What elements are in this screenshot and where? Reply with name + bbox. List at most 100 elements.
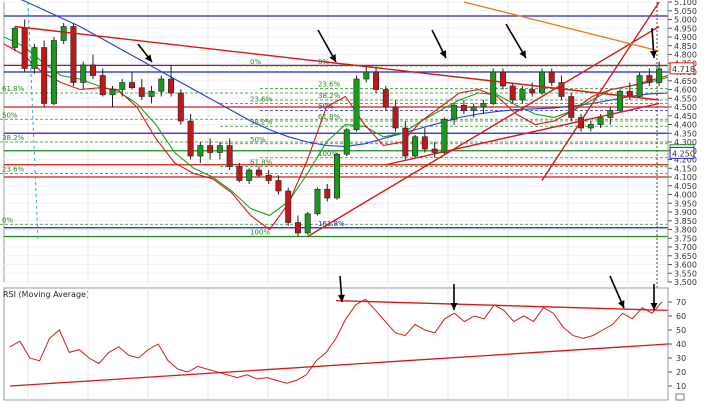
candle-body	[50, 40, 57, 104]
candle-body	[255, 169, 262, 176]
candle-body	[539, 71, 545, 94]
candle-body	[275, 180, 282, 192]
candle-body	[334, 153, 340, 199]
candle-body	[382, 89, 389, 108]
candle-body	[587, 124, 594, 129]
candle-body	[431, 148, 438, 153]
tick-label: 3.700	[674, 243, 697, 252]
candle-body	[197, 145, 204, 157]
tick-label: 3.750	[674, 234, 697, 243]
tick-label: 4.100	[674, 173, 697, 182]
fib-label: 61.8%	[2, 85, 25, 93]
candle-body	[470, 106, 477, 111]
tick-label: 5.000	[674, 16, 697, 25]
candle-body	[480, 103, 487, 108]
tick-label: 3.950	[674, 199, 697, 208]
tick-label: 4.550	[674, 94, 697, 103]
candle-body	[80, 64, 87, 83]
candle-body	[294, 222, 301, 234]
candle-body	[89, 64, 96, 76]
tick-label: 40	[676, 340, 686, 349]
candle-body	[226, 145, 233, 167]
candle-body	[285, 190, 292, 223]
tick-label: 4.950	[674, 24, 697, 33]
candle-body	[187, 120, 194, 157]
candle-body	[21, 27, 28, 69]
candle-body	[148, 90, 155, 97]
fib-label: 38.2%	[2, 134, 25, 142]
tick-label: 4.600	[674, 86, 697, 95]
candle-body	[158, 78, 165, 92]
candle-body	[138, 87, 145, 97]
candle-body	[119, 82, 126, 90]
tick-label: 5.050	[674, 7, 697, 16]
tick-label: 70	[676, 298, 686, 307]
candle-body	[31, 47, 38, 69]
tick-label: 4.000	[674, 191, 697, 200]
tick-label: 4.450	[674, 112, 697, 121]
tick-label: 4.400	[674, 121, 697, 130]
candle-body	[99, 75, 106, 96]
candle-body	[246, 169, 253, 181]
fib-label: 50%	[2, 111, 18, 119]
candle-body	[412, 136, 419, 157]
chart-svg: 0%23.6%38.2%50%61.8%100%161.8%0%23.6%38.…	[0, 0, 720, 406]
candle-body	[324, 188, 331, 199]
tick-label: 4.500	[674, 103, 697, 112]
candle-body	[70, 26, 77, 83]
candle-body	[11, 27, 18, 48]
candle-body	[626, 90, 633, 97]
tick-label: 3.850	[674, 217, 697, 226]
tick-label: 4.650	[674, 77, 697, 86]
scroll-marker	[675, 393, 685, 401]
price-tag-label: 4.718	[672, 65, 695, 74]
candle-body	[490, 71, 497, 104]
tick-label: 4.900	[674, 33, 697, 42]
candle-body	[216, 145, 223, 153]
tick-label: 4.150	[674, 164, 697, 173]
candle-body	[265, 174, 272, 181]
candle-body	[499, 71, 506, 87]
candle-body	[421, 136, 428, 150]
tick-label: 4.050	[674, 182, 697, 191]
candle-body	[177, 92, 184, 122]
fib-label: 61.8%	[250, 159, 273, 167]
candle-body	[460, 104, 467, 111]
candle-body	[314, 188, 321, 215]
tick-label: 3.800	[674, 226, 697, 235]
candle-body	[441, 118, 448, 153]
candle-body	[597, 117, 604, 125]
candle-body	[343, 129, 350, 155]
candle-body	[636, 75, 643, 97]
fib-label: 100%	[250, 229, 270, 237]
candle-body	[363, 71, 370, 80]
tick-label: 3.650	[674, 252, 697, 261]
price-tag-label: 4.250	[672, 149, 695, 158]
indicator-title: RSI (Moving Average)	[3, 290, 89, 299]
fib-label: 0%	[250, 58, 261, 66]
candle-body	[41, 47, 48, 104]
tick-label: 4.350	[674, 129, 697, 138]
fib-label: 0%	[2, 216, 13, 224]
candle-body	[207, 145, 214, 153]
chart-area: 0%23.6%38.2%50%61.8%100%161.8%0%23.6%38.…	[0, 0, 720, 406]
candle-body	[168, 78, 175, 94]
candle-body	[109, 89, 116, 96]
candle-body	[656, 68, 663, 83]
candle-body	[529, 89, 536, 94]
candle-body	[392, 106, 399, 129]
candle-body	[353, 78, 360, 131]
candle-body	[402, 127, 409, 157]
fib-label: 23.6%	[250, 96, 273, 104]
tick-label: 4.850	[674, 42, 697, 51]
fib-label: 23.6%	[318, 81, 341, 89]
candle-body	[548, 71, 555, 83]
fib-label: 23.6%	[2, 166, 25, 174]
candle-body	[519, 89, 526, 101]
candle-body	[617, 90, 624, 111]
tick-label: 3.550	[674, 269, 697, 278]
tick-label: 10	[676, 382, 686, 391]
candle-body	[236, 166, 243, 181]
candle-body	[646, 75, 653, 83]
tick-label: 3.600	[674, 261, 697, 270]
